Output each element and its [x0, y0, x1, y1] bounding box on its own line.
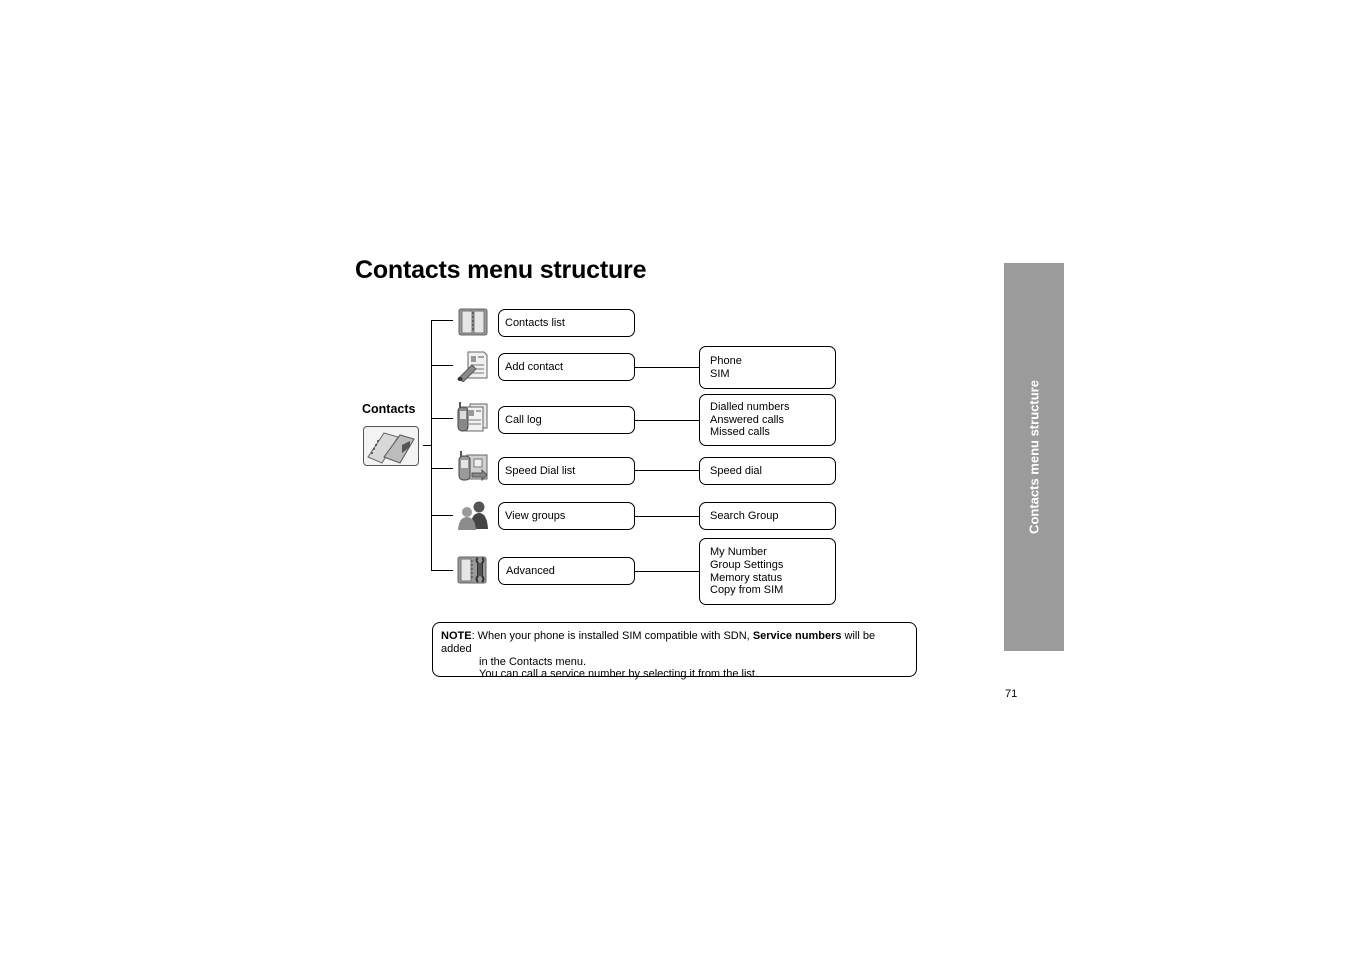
side-tab: Contacts menu structure	[1004, 263, 1064, 651]
contacts-book-icon	[363, 426, 419, 466]
submenu-item: Missed calls	[710, 426, 770, 439]
menu-item-call-log: Call log	[498, 406, 635, 434]
branch-line	[431, 320, 453, 321]
branch-line	[431, 365, 453, 366]
note-line-2: in the Contacts menu.	[479, 655, 587, 668]
root-label: Contacts	[362, 402, 416, 416]
submenu-add-contact: Phone SIM	[699, 346, 836, 389]
submenu-connector	[635, 420, 699, 421]
menu-item-view-groups: View groups	[498, 502, 635, 530]
menu-item-advanced: Advanced	[498, 557, 635, 585]
menu-item-contacts-list: Contacts list	[498, 309, 635, 337]
page-number: 71	[1005, 688, 1018, 700]
call-log-phone-icon	[456, 401, 490, 433]
submenu-item: Phone	[710, 354, 742, 367]
menu-item-label: Contacts list	[505, 316, 565, 329]
submenu-advanced: My Number Group Settings Memory status C…	[699, 538, 836, 605]
submenu-item: My Number	[710, 545, 767, 558]
address-book-icon	[456, 306, 490, 338]
page-title: Contacts menu structure	[355, 256, 647, 284]
note-bold-text: Service numbers	[752, 630, 842, 642]
note-box: NOTE: When your phone is installed SIM c…	[432, 622, 917, 680]
book-wrench-icon	[456, 554, 490, 586]
people-group-icon	[456, 499, 490, 531]
menu-item-label: Advanced	[506, 564, 555, 577]
submenu-call-log: Dialled numbers Answered calls Missed ca…	[699, 394, 836, 446]
speed-dial-phone-icon	[456, 451, 490, 483]
submenu-view-groups: Search Group	[699, 502, 836, 530]
note-text: : When your phone is installed SIM compa…	[471, 630, 753, 642]
menu-item-label: Speed Dial list	[505, 464, 576, 477]
submenu-connector	[635, 516, 699, 517]
branch-line	[431, 468, 453, 469]
submenu-item: Search Group	[710, 509, 779, 522]
submenu-connector	[635, 367, 699, 368]
submenu-connector	[635, 571, 699, 572]
trunk-line	[431, 320, 432, 571]
note-line-1: NOTE: When your phone is installed SIM c…	[441, 630, 908, 656]
submenu-item: Answered calls	[710, 413, 784, 426]
submenu-item: Memory status	[710, 571, 783, 584]
menu-item-label: Call log	[505, 413, 542, 426]
note-line-3: You can call a service number by selecti…	[479, 668, 759, 681]
submenu-item: Dialled numbers	[710, 400, 790, 413]
branch-line	[431, 570, 453, 571]
submenu-speed-dial: Speed dial	[699, 457, 836, 485]
submenu-connector	[635, 470, 699, 471]
menu-item-label: Add contact	[505, 360, 564, 373]
menu-item-label: View groups	[505, 509, 566, 522]
branch-line	[431, 418, 453, 419]
note-prefix: NOTE	[441, 630, 472, 642]
submenu-item: Speed dial	[710, 464, 762, 477]
side-tab-label: Contacts menu structure	[1026, 380, 1042, 534]
submenu-item: SIM	[710, 367, 730, 380]
submenu-item: Group Settings	[710, 558, 784, 571]
add-contact-pen-icon	[456, 350, 490, 383]
submenu-item: Copy from SIM	[710, 584, 784, 597]
branch-line	[431, 515, 453, 516]
menu-item-speed-dial-list: Speed Dial list	[498, 457, 635, 485]
root-connector	[423, 445, 431, 446]
menu-item-add-contact: Add contact	[498, 353, 635, 381]
